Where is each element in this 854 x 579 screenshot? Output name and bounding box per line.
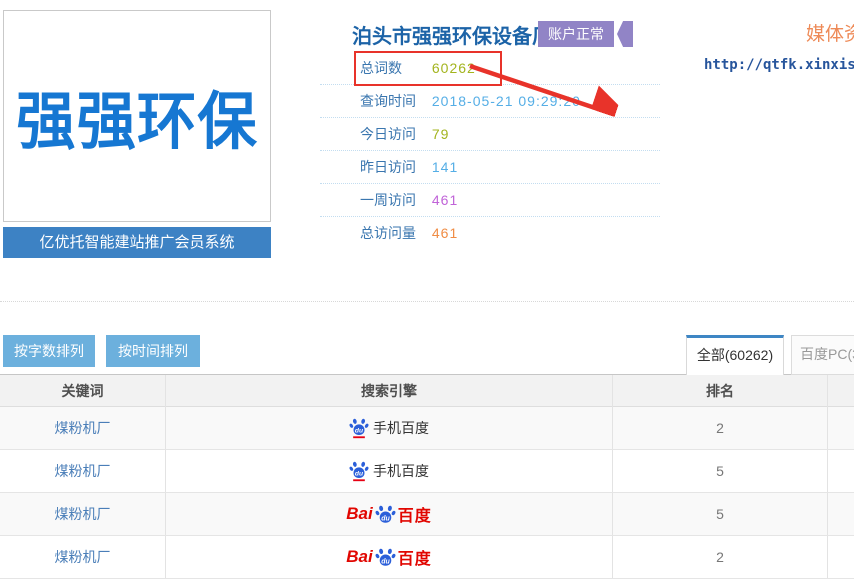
- stat-value: 461: [432, 225, 458, 241]
- table-row: 煤粉机厂 du 手机百度: [0, 407, 854, 450]
- rank-value: 2: [613, 407, 828, 449]
- sort-by-wordcount-button[interactable]: 按字数排列: [3, 335, 95, 367]
- member-system-banner: 亿优托智能建站推广会员系统: [3, 227, 271, 258]
- media-label: 媒体资: [806, 19, 854, 46]
- baidu-paw-icon: du: [375, 504, 396, 525]
- stats-panel: 总词数 60262 查询时间 2018-05-21 09:29:20 今日访问 …: [320, 52, 660, 250]
- site-url-link[interactable]: http://qtfk.xinxisea.: [704, 57, 854, 73]
- keyword-link[interactable]: 煤粉机厂: [55, 418, 111, 438]
- engine-cell: du 手机百度: [349, 417, 429, 439]
- table-row: 煤粉机厂 Bai du 百度: [0, 536, 854, 579]
- keyword-rank-table: 关键词 搜索引擎 排名 煤粉机厂 du: [0, 374, 854, 579]
- status-badge-label: 账户正常: [538, 21, 614, 47]
- page-title: 泊头市强强环保设备厂: [352, 20, 552, 49]
- extra-cell: [828, 536, 854, 578]
- rank-value: 2: [613, 536, 828, 578]
- column-header-rank: 排名: [613, 375, 828, 407]
- extra-cell: [828, 407, 854, 449]
- stat-label: 总词数: [360, 52, 428, 85]
- section-divider: [0, 301, 854, 302]
- rank-value: 5: [613, 450, 828, 492]
- baidu-logo-text: 百度: [398, 545, 432, 569]
- extra-cell: [828, 493, 854, 535]
- column-header-engine: 搜索引擎: [166, 375, 613, 407]
- svg-text:du: du: [355, 471, 363, 478]
- stat-row-total-visits: 总访问量 461: [320, 217, 660, 250]
- baidu-mobile-icon: du: [349, 417, 369, 439]
- keyword-link[interactable]: 煤粉机厂: [55, 504, 111, 524]
- stat-label: 一周访问: [360, 184, 428, 217]
- engine-cell: Bai du 百度: [346, 545, 431, 569]
- engine-label: 手机百度: [373, 461, 429, 481]
- engine-cell: du 手机百度: [349, 460, 429, 482]
- table-row: 煤粉机厂 du 手机百度: [0, 450, 854, 493]
- status-badge: 账户正常: [538, 21, 633, 47]
- baidu-logo-text: 百度: [398, 502, 432, 526]
- svg-text:du: du: [381, 515, 390, 522]
- stat-row-yesterday-visits: 昨日访问 141: [320, 151, 660, 184]
- stat-row-query-time: 查询时间 2018-05-21 09:29:20: [320, 85, 660, 118]
- baidu-logo-text: Bai: [346, 504, 372, 524]
- tab-all-engines[interactable]: 全部(60262): [686, 335, 784, 375]
- rank-value: 5: [613, 493, 828, 535]
- stat-value: 60262: [432, 60, 476, 76]
- table-header-row: 关键词 搜索引擎 排名: [0, 374, 854, 407]
- stat-value: 141: [432, 159, 458, 175]
- company-logo: 强强环保: [3, 10, 271, 222]
- stat-label: 查询时间: [360, 85, 428, 118]
- column-header-extra: [828, 375, 854, 407]
- stat-row-total-words: 总词数 60262: [320, 52, 660, 85]
- logo-text: 强强环保: [16, 71, 258, 162]
- baidu-paw-icon: du: [375, 547, 396, 568]
- stat-label: 昨日访问: [360, 151, 428, 184]
- stat-row-today-visits: 今日访问 79: [320, 118, 660, 151]
- table-row: 煤粉机厂 Bai du 百度: [0, 493, 854, 536]
- stat-label: 今日访问: [360, 118, 428, 151]
- svg-text:du: du: [381, 558, 390, 565]
- stat-label: 总访问量: [360, 217, 428, 250]
- tab-baidu-pc[interactable]: 百度PC(30: [791, 335, 854, 375]
- engine-cell: Bai du 百度: [346, 502, 431, 526]
- baidu-mobile-icon: du: [349, 460, 369, 482]
- baidu-logo-text: Bai: [346, 547, 372, 567]
- extra-cell: [828, 450, 854, 492]
- stat-value: 79: [432, 126, 450, 142]
- stat-value: 461: [432, 192, 458, 208]
- keyword-link[interactable]: 煤粉机厂: [55, 461, 111, 481]
- page: 强强环保 亿优托智能建站推广会员系统 泊头市强强环保设备厂 账户正常 媒体资 h…: [0, 0, 854, 579]
- svg-text:du: du: [355, 428, 363, 435]
- column-header-keyword: 关键词: [0, 375, 166, 407]
- stat-value: 2018-05-21 09:29:20: [432, 93, 581, 109]
- stat-row-week-visits: 一周访问 461: [320, 184, 660, 217]
- status-badge-ribbon-icon: [617, 21, 633, 47]
- sort-by-time-button[interactable]: 按时间排列: [106, 335, 200, 367]
- engine-label: 手机百度: [373, 418, 429, 438]
- keyword-link[interactable]: 煤粉机厂: [55, 547, 111, 567]
